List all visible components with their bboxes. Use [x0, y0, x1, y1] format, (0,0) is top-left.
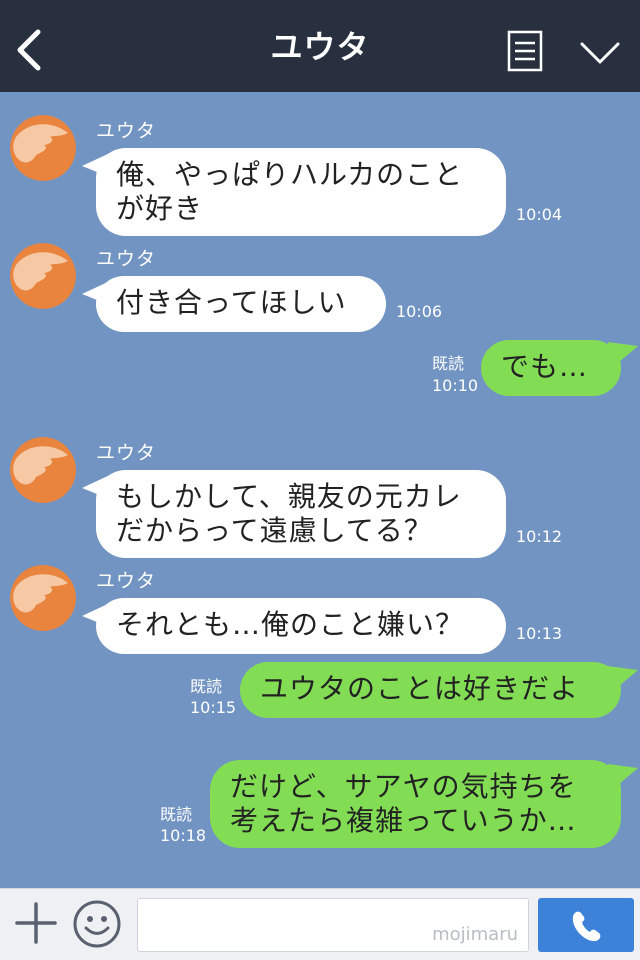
phone-icon [572, 911, 601, 942]
message-bubble[interactable]: それとも…俺のこと嫌い？ [96, 598, 506, 654]
avatar[interactable] [10, 115, 76, 181]
message-bubble[interactable]: でも… [481, 340, 621, 396]
read-receipt: 既読 [432, 354, 465, 373]
avatar[interactable] [10, 565, 76, 631]
chevron-down-icon [580, 42, 620, 64]
call-button[interactable] [538, 898, 634, 952]
watermark: mojimaru [432, 924, 518, 945]
sender-name: ユウタ [96, 570, 157, 592]
emoji-button[interactable] [72, 899, 122, 949]
bubble-tail [608, 666, 638, 692]
message-time: 10:13 [516, 624, 563, 643]
message-time: 10:12 [516, 527, 563, 546]
add-button[interactable] [14, 901, 58, 945]
message-bubble[interactable]: ユウタのことは好きだよ [240, 662, 621, 718]
avatar[interactable] [10, 243, 76, 309]
message-time: 10:15 [190, 698, 237, 717]
list-icon [507, 30, 543, 72]
message-bubble[interactable]: 俺、やっぱりハルカのこと が好き [96, 148, 506, 236]
read-receipt: 既読 [190, 677, 223, 696]
read-receipt: 既読 [160, 805, 193, 824]
chat-header: ユウタ [0, 0, 640, 92]
sender-name: ユウタ [96, 442, 157, 464]
message-time: 10:18 [160, 826, 207, 845]
chat-area[interactable]: ユウタ 俺、やっぱりハルカのこと が好き 10:04 ユウタ 付き合ってほしい … [0, 92, 640, 888]
message-bubble[interactable]: もしかして、親友の元カレ だからって遠慮してる？ [96, 470, 506, 558]
bubble-tail [608, 342, 638, 368]
smiley-icon [73, 900, 121, 948]
message-bubble[interactable]: だけど、サアヤの気持ちを 考えたら複雑っていうか… [210, 760, 621, 848]
plus-icon [15, 902, 57, 944]
avatar[interactable] [10, 437, 76, 503]
sender-name: ユウタ [96, 248, 157, 270]
message-bubble[interactable]: 付き合ってほしい [96, 276, 386, 332]
message-time: 10:10 [432, 376, 479, 395]
message-time: 10:04 [516, 205, 563, 224]
bubble-tail [608, 764, 638, 790]
chat-title: ユウタ [270, 28, 370, 66]
collapse-button[interactable] [578, 38, 622, 68]
message-input[interactable]: mojimaru [137, 898, 529, 952]
sender-name: ユウタ [96, 120, 157, 142]
input-bar: mojimaru [0, 888, 640, 960]
menu-button[interactable] [507, 30, 543, 72]
message-time: 10:06 [396, 302, 443, 321]
